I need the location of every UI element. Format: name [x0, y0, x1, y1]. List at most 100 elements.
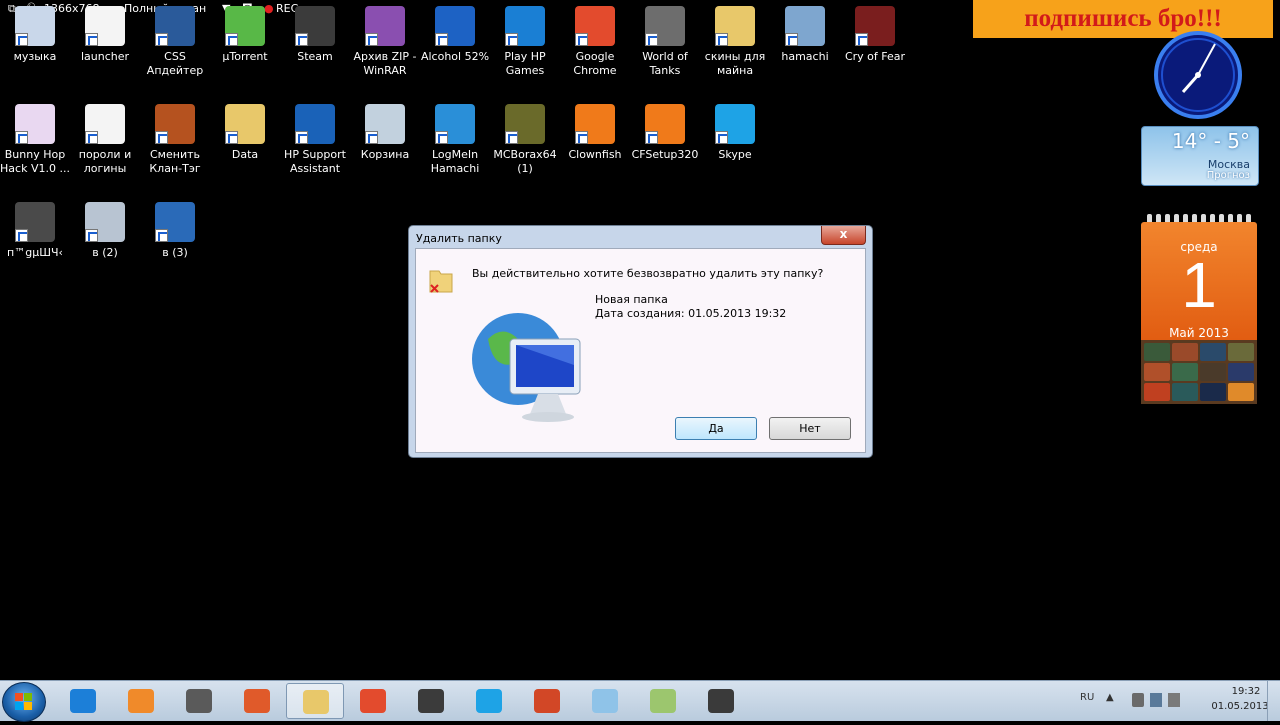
- shortcut-arrow-icon: [225, 131, 238, 144]
- desktop-icon[interactable]: Сменить Клан-Тэг: [140, 104, 210, 176]
- desktop-icon[interactable]: Cry of Fear: [840, 6, 910, 64]
- shortcut-arrow-icon: [85, 229, 98, 242]
- shortcut-arrow-icon: [575, 131, 588, 144]
- taskbar-button[interactable]: [402, 683, 460, 719]
- weather-forecast-link[interactable]: Прогноз: [1207, 170, 1250, 181]
- help-icon: [295, 104, 335, 144]
- desktop-icon[interactable]: Steam: [280, 6, 350, 64]
- taskbar-button[interactable]: [576, 683, 634, 719]
- dialog-title: Удалить папку: [416, 232, 502, 245]
- weather-gadget[interactable]: 14° - 5° Москва Прогноз: [1141, 126, 1259, 186]
- alcohol-icon: [435, 6, 475, 46]
- shortcut-arrow-icon: [785, 33, 798, 46]
- desktop-icon[interactable]: музыка: [0, 6, 70, 64]
- taskbar-button[interactable]: [112, 683, 170, 719]
- desktop-icon[interactable]: Google Chrome: [560, 6, 630, 78]
- desktop-icon[interactable]: HP Support Assistant: [280, 104, 350, 176]
- shortcut-arrow-icon: [715, 131, 728, 144]
- no-button[interactable]: Нет: [769, 417, 851, 440]
- shortcut-arrow-icon: [155, 131, 168, 144]
- desktop-icon[interactable]: MCBorax64 (1): [490, 104, 560, 176]
- power-icon[interactable]: [1132, 693, 1144, 707]
- desktop-icon[interactable]: CFSetup320: [630, 104, 700, 162]
- desktop-icon[interactable]: World of Tanks: [630, 6, 700, 78]
- taskbar-button[interactable]: [286, 683, 344, 719]
- taskbar-button[interactable]: [634, 683, 692, 719]
- desktop-icon[interactable]: в (2): [70, 202, 140, 260]
- notepad-icon: [592, 689, 618, 713]
- clownfish-setup-icon: [645, 104, 685, 144]
- shortcut-arrow-icon: [645, 33, 658, 46]
- yes-button[interactable]: Да: [675, 417, 757, 440]
- volume-icon[interactable]: [1168, 693, 1180, 707]
- desktop-icon[interactable]: пороли и логины: [70, 104, 140, 176]
- desktop-icon[interactable]: скины для майна: [700, 6, 770, 78]
- bunny-icon: [15, 104, 55, 144]
- taskbar-button[interactable]: [344, 683, 402, 719]
- desktop-icon[interactable]: launcher: [70, 6, 140, 64]
- shortcut-arrow-icon: [505, 33, 518, 46]
- start-button[interactable]: [2, 682, 46, 722]
- css-logo-icon: [155, 6, 195, 46]
- taskbar-button[interactable]: [170, 683, 228, 719]
- desktop-icon[interactable]: Clownfish: [560, 104, 630, 162]
- desktop-icon-label: п™gµШЧ‹: [7, 246, 63, 259]
- desktop-icon[interactable]: Корзина: [350, 104, 420, 162]
- shortcut-arrow-icon: [155, 33, 168, 46]
- desktop-icon-label: Skype: [718, 148, 752, 161]
- desktop-icon[interactable]: Data: [210, 104, 280, 162]
- close-button[interactable]: x: [821, 226, 866, 245]
- taskbar-button[interactable]: [460, 683, 518, 719]
- chrome-icon: [575, 6, 615, 46]
- taskbar-button[interactable]: [54, 683, 112, 719]
- installer-box-icon: [244, 689, 270, 713]
- desktop-icon[interactable]: Alcohol 52%: [420, 6, 490, 64]
- clock-gadget[interactable]: [1143, 30, 1253, 120]
- desktop-icon[interactable]: µTorrent: [210, 6, 280, 64]
- desktop-icon-label: в (2): [92, 246, 118, 259]
- show-hidden-icons-icon[interactable]: ▲: [1106, 692, 1114, 703]
- shortcut-arrow-icon: [15, 33, 28, 46]
- taskbar-button[interactable]: [692, 683, 750, 719]
- language-indicator[interactable]: RU: [1080, 692, 1094, 703]
- calendar-gadget[interactable]: среда 1 Май 2013: [1141, 214, 1257, 404]
- desktop-icon[interactable]: CSS Апдейтер: [140, 6, 210, 78]
- desktop-icon[interactable]: hamachi: [770, 6, 840, 64]
- shortcut-arrow-icon: [435, 131, 448, 144]
- skype-icon: [715, 104, 755, 144]
- desktop-icon-label: Корзина: [360, 148, 410, 161]
- desktop-icon[interactable]: Skype: [700, 104, 770, 162]
- utorrent-icon: [225, 6, 265, 46]
- desktop-icon-label: CSS Апдейтер: [146, 50, 204, 77]
- shortcut-arrow-icon: [855, 33, 868, 46]
- shortcut-arrow-icon: [15, 131, 28, 144]
- dialog-question: Вы действительно хотите безвозвратно уда…: [472, 267, 824, 280]
- desktop-icon[interactable]: LogMeIn Hamachi: [420, 104, 490, 176]
- show-desktop-button[interactable]: [1267, 681, 1280, 721]
- desktop-icon-label: Data: [231, 148, 259, 161]
- desktop-icon[interactable]: Play HP Games: [490, 6, 560, 78]
- desktop-icon[interactable]: Bunny Hop Hack V1.0 ...: [0, 104, 70, 176]
- desktop-icon-label: MCBorax64 (1): [493, 148, 557, 175]
- desktop-icon-label: Clownfish: [568, 148, 622, 161]
- shortcut-arrow-icon: [715, 33, 728, 46]
- folder-created-date: Дата создания: 01.05.2013 19:32: [595, 307, 787, 320]
- folder-name: Новая папка: [595, 293, 668, 306]
- taskbar-button[interactable]: [518, 683, 576, 719]
- tiles-gadget[interactable]: [1141, 340, 1257, 404]
- desktop-icon[interactable]: в (3): [140, 202, 210, 260]
- explorer-folder-icon: [303, 690, 329, 714]
- folder-icon: [715, 6, 755, 46]
- system-tray: RU ▲ 19:32 01.05.2013: [1080, 681, 1280, 721]
- network-icon[interactable]: [1150, 693, 1162, 707]
- taskbar-button[interactable]: [228, 683, 286, 719]
- phone-icon: [15, 202, 55, 242]
- wordpad-icon: [650, 689, 676, 713]
- shortcut-arrow-icon: [295, 131, 308, 144]
- java-file-icon: [85, 6, 125, 46]
- desktop-icon[interactable]: Архив ZIP - WinRAR: [350, 6, 420, 78]
- shortcut-arrow-icon: [505, 131, 518, 144]
- desktop-icon[interactable]: п™gµШЧ‹: [0, 202, 70, 260]
- shortcut-arrow-icon: [645, 131, 658, 144]
- weather-temp: 14° - 5°: [1171, 129, 1250, 153]
